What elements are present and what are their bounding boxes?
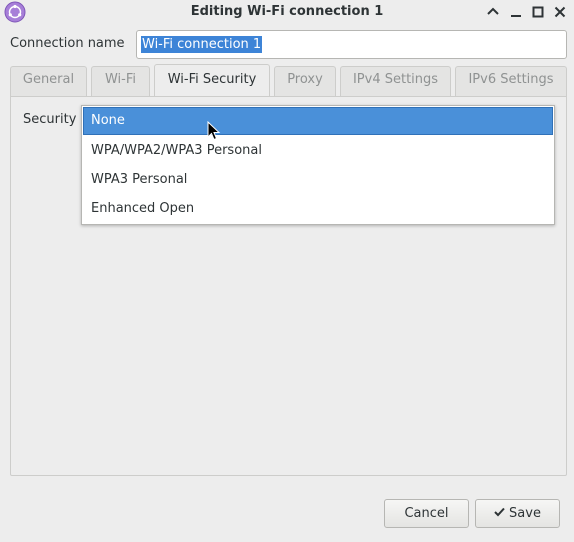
mouse-pointer-icon <box>207 120 221 141</box>
security-option-none[interactable]: None <box>83 107 553 135</box>
cancel-button[interactable]: Cancel <box>384 499 469 528</box>
checkmark-icon <box>494 500 505 527</box>
tab-proxy[interactable]: Proxy <box>274 66 336 96</box>
security-label: Security <box>23 112 77 127</box>
connection-name-label: Connection name <box>10 36 125 51</box>
minimize-icon[interactable] <box>507 3 525 21</box>
maximize-icon[interactable] <box>529 3 547 21</box>
cancel-button-label: Cancel <box>404 506 449 521</box>
security-option-wpa3-personal[interactable]: WPA3 Personal <box>83 166 553 194</box>
tab-wifi[interactable]: Wi-Fi <box>91 66 150 96</box>
tab-ipv6-settings[interactable]: IPv6 Settings <box>455 66 567 96</box>
tab-general[interactable]: General <box>10 66 87 96</box>
save-button[interactable]: Save <box>475 499 560 528</box>
security-option-wpa-personal[interactable]: WPA/WPA2/WPA3 Personal <box>83 137 553 165</box>
tab-ipv4-settings[interactable]: IPv4 Settings <box>340 66 451 96</box>
titlebar[interactable]: Editing Wi-Fi connection 1 <box>0 0 574 24</box>
close-icon[interactable] <box>551 3 569 21</box>
tab-wifi-security[interactable]: Wi-Fi Security <box>154 64 270 97</box>
connection-name-input[interactable]: Wi-Fi connection 1 <box>136 30 567 59</box>
chevron-up-icon[interactable] <box>484 3 502 21</box>
security-dropdown-list[interactable]: None WPA/WPA2/WPA3 Personal WPA3 Persona… <box>81 105 555 225</box>
save-button-label: Save <box>509 506 541 521</box>
connection-name-value: Wi-Fi connection 1 <box>141 36 263 53</box>
security-option-enhanced-open[interactable]: Enhanced Open <box>83 195 553 223</box>
connection-editor-window: Editing Wi-Fi connection 1 Connection na… <box>0 0 574 542</box>
